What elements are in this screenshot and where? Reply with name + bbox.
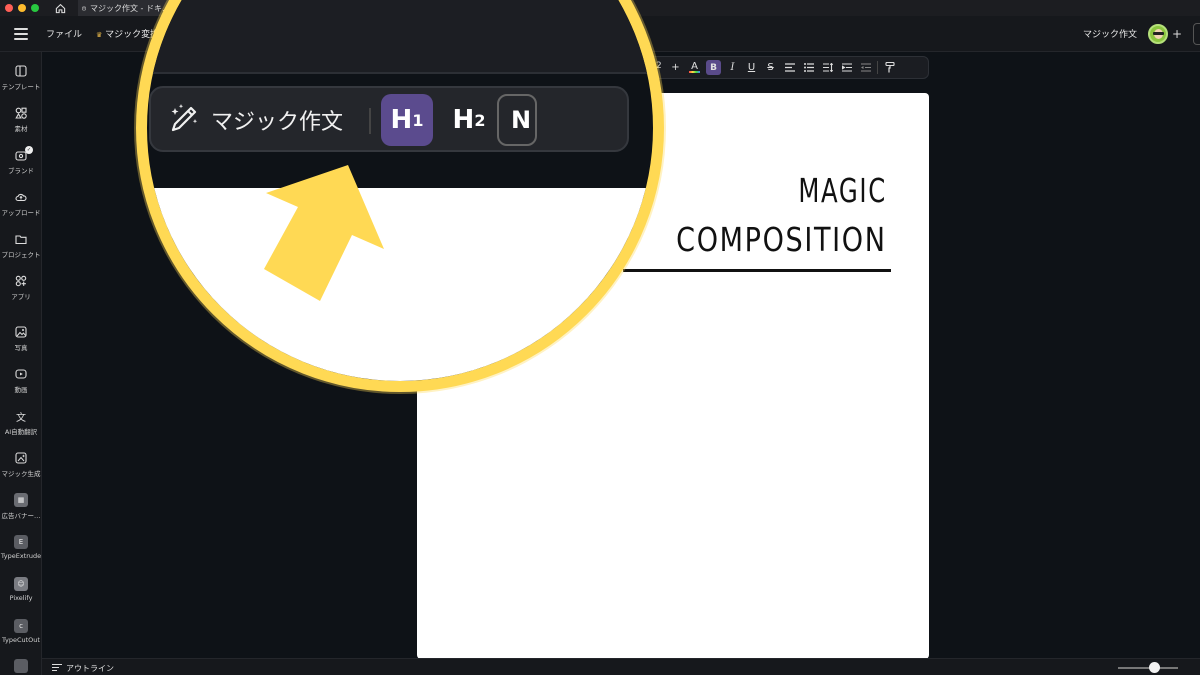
magic-write-button-label[interactable]: マジック作文 [211, 104, 343, 136]
heading-underline-rule [623, 269, 891, 272]
upload-icon [14, 190, 28, 204]
window-controls [5, 4, 39, 12]
sidebar-item-more-apps[interactable] [0, 659, 42, 675]
bottom-bar: アウトライン [42, 658, 1200, 675]
translate-icon: 文 [16, 412, 26, 424]
file-menu[interactable]: ファイル [46, 27, 82, 40]
home-icon [55, 3, 65, 13]
typecutout-app-icon: c [14, 619, 28, 633]
paint-roller-icon[interactable] [882, 60, 897, 75]
h2-subscript: 2 [474, 110, 486, 130]
text-color-button[interactable]: A [687, 60, 702, 75]
sidebar-item-label: マジック生成 [1, 470, 41, 478]
ad-banner-app-icon: ▦ [14, 493, 28, 507]
sidebar-item-photos[interactable]: 写真 [0, 325, 42, 352]
h2-letter: H [452, 105, 475, 135]
outdent-icon[interactable] [858, 60, 873, 75]
underline-button[interactable]: U [744, 60, 759, 75]
template-icon [14, 64, 28, 78]
line-spacing-icon[interactable] [820, 60, 835, 75]
sidebar-item-typecutout[interactable]: c TypeCutOut [0, 619, 42, 644]
sidebar-item-label: 写真 [14, 344, 28, 352]
sidebar-item-label: TypeExtrude [0, 552, 42, 560]
sidebar-item-templates[interactable]: テンプレート [0, 64, 42, 91]
user-avatar[interactable] [1148, 24, 1168, 44]
magic-media-icon [14, 451, 28, 465]
sidebar-item-label: 素材 [14, 125, 28, 133]
magnified-format-toolbar: マジック作文 H1 H2 N [149, 86, 629, 152]
outline-icon[interactable] [52, 664, 62, 672]
left-sidebar: テンプレート 素材 ✓ ブランド アップロード プロジェクト アプリ 写真 動画… [0, 52, 42, 675]
sidebar-item-brand[interactable]: ✓ ブランド [0, 146, 42, 175]
magic-pencil-icon [171, 104, 198, 132]
text-color-letter: A [691, 61, 698, 72]
typeextrude-app-icon: E [14, 535, 28, 549]
more-app-icon [14, 659, 28, 673]
home-tab[interactable] [52, 1, 68, 15]
maximize-window-button[interactable] [31, 4, 39, 12]
sidebar-item-typeextrude[interactable]: E TypeExtrude [0, 535, 42, 560]
new-badge: ✓ [25, 146, 33, 154]
sidebar-item-label: Pixelify [9, 594, 33, 602]
sidebar-item-label: AI自動翻訳 [4, 428, 38, 436]
text-format-toolbar: 2 + A B I U S [615, 56, 929, 79]
color-bar-icon [689, 71, 700, 73]
heading-line-2[interactable]: COMPOSITION [677, 220, 887, 259]
sidebar-item-projects[interactable]: プロジェクト [0, 232, 42, 259]
toolbar-divider [369, 108, 371, 134]
document-icon [82, 6, 86, 10]
heading-1-button[interactable]: H1 [381, 94, 433, 146]
toolbar-divider [877, 61, 878, 74]
app-window: マジック作文 - ドキ… ファイル ♛ マジック変換 マジック作文 + テンプレ… [0, 0, 1200, 675]
bullet-list-icon[interactable] [801, 60, 816, 75]
heading-2-button[interactable]: H2 [443, 94, 495, 146]
minimize-window-button[interactable] [18, 4, 26, 12]
bold-button[interactable]: B [706, 60, 721, 75]
sidebar-item-videos[interactable]: 動画 [0, 367, 42, 394]
normal-text-button[interactable]: N [497, 94, 537, 146]
sidebar-item-label: TypeCutOut [2, 636, 40, 644]
apps-icon [14, 274, 28, 288]
add-collaborator-button[interactable]: + [1172, 27, 1182, 41]
folder-icon [14, 232, 28, 246]
magnified-page [149, 188, 653, 381]
close-window-button[interactable] [5, 4, 13, 12]
sidebar-item-pixelify[interactable]: ☺ Pixelify [0, 577, 42, 602]
sidebar-item-label: ブランド [8, 167, 34, 175]
magnifier-callout: マジック作文 H1 H2 N [136, 0, 664, 392]
heading-line-1[interactable]: MAGIC [799, 171, 887, 210]
photo-icon [14, 325, 28, 339]
magnified-menu-bar [147, 0, 653, 74]
share-button[interactable] [1193, 23, 1200, 45]
h1-letter: H [390, 105, 413, 135]
sidebar-item-upload[interactable]: アップロード [0, 190, 42, 217]
indent-icon[interactable] [839, 60, 854, 75]
crown-icon: ♛ [96, 31, 103, 39]
zoom-slider[interactable] [1118, 667, 1178, 669]
elements-icon [14, 106, 28, 120]
zoom-slider-handle[interactable] [1149, 662, 1160, 673]
strikethrough-button[interactable]: S [763, 60, 778, 75]
h1-subscript: 1 [412, 110, 424, 130]
sidebar-item-label: 広告バナー… [1, 512, 41, 520]
hamburger-menu-icon[interactable] [14, 28, 28, 40]
video-icon [14, 367, 28, 381]
sidebar-item-label: アップロード [1, 209, 41, 217]
sidebar-item-elements[interactable]: 素材 [0, 106, 42, 133]
outline-button[interactable]: アウトライン [66, 663, 114, 674]
font-size-increase-button[interactable]: + [668, 60, 683, 75]
sidebar-item-apps[interactable]: アプリ [0, 274, 42, 301]
pixelify-app-icon: ☺ [14, 577, 28, 591]
align-left-icon[interactable] [782, 60, 797, 75]
sidebar-item-label: アプリ [11, 293, 31, 301]
sidebar-item-label: 動画 [14, 386, 28, 394]
sidebar-item-ad-banner[interactable]: ▦ 広告バナー… [0, 493, 42, 520]
sidebar-item-label: テンプレート [1, 83, 41, 91]
sidebar-item-label: プロジェクト [1, 251, 41, 259]
italic-button[interactable]: I [725, 60, 740, 75]
magic-write-title[interactable]: マジック作文 [1083, 27, 1137, 40]
sidebar-item-ai-translate[interactable]: 文 AI自動翻訳 [0, 409, 42, 437]
pointer-arrow-icon [264, 165, 384, 301]
sidebar-item-magic-media[interactable]: マジック生成 [0, 451, 42, 478]
